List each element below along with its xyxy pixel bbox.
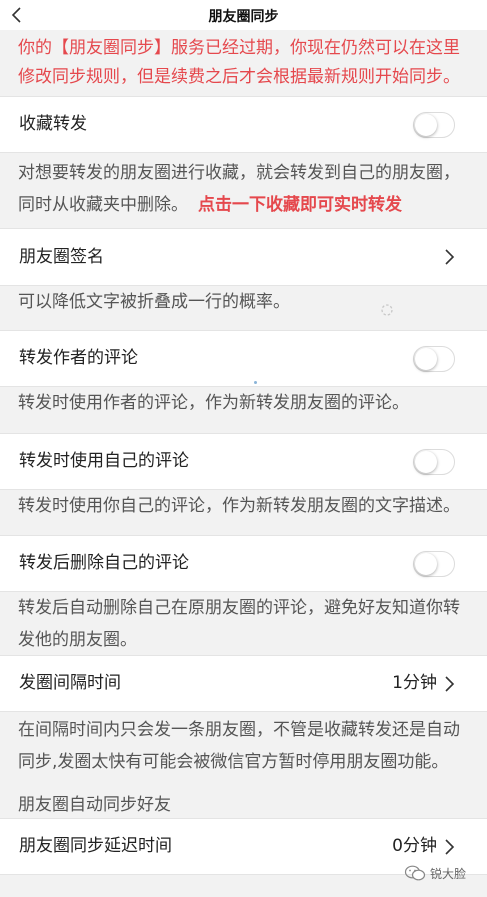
delay-label: 朋友圈同步延迟时间 [19, 836, 172, 856]
watermark-text: 锐大脸 [430, 866, 467, 881]
signature-row[interactable]: 朋友圈签名 [0, 228, 487, 286]
favorite-forward-row[interactable]: 收藏转发 [0, 96, 487, 153]
chevron-right-icon [445, 249, 455, 265]
delete-own-comment-label: 转发后删除自己的评论 [19, 553, 189, 573]
own-comment-label: 转发时使用自己的评论 [19, 451, 189, 471]
signature-label: 朋友圈签名 [19, 247, 104, 267]
expired-notice: 你的【朋友圈同步】服务已经过期，你现在仍然可以在这里修改同步规则，但是续费之后才… [0, 30, 487, 96]
chevron-right-icon [445, 675, 455, 692]
wechat-watermark: 锐大脸 [404, 864, 466, 882]
favorite-forward-desc: 对想要转发的朋友圈进行收藏，就会转发到自己的朋友圈，同时从收藏夹中删除。 点击一下… [0, 153, 487, 228]
own-comment-row[interactable]: 转发时使用自己的评论 [0, 433, 487, 490]
nav-bar: 朋友圈同步 [0, 0, 487, 30]
interval-label: 发圈间隔时间 [19, 673, 121, 693]
delete-own-comment-toggle[interactable] [413, 550, 455, 577]
delete-own-comment-row[interactable]: 转发后删除自己的评论 [0, 535, 487, 592]
favorite-forward-label: 收藏转发 [19, 114, 87, 134]
own-comment-toggle[interactable] [413, 448, 455, 475]
interval-row[interactable]: 发圈间隔时间 1分钟 [0, 655, 487, 712]
toggle-knob [415, 347, 437, 370]
toggle-knob [415, 113, 437, 136]
signature-desc: 可以降低文字被折叠成一行的概率。 [0, 286, 487, 330]
author-comment-label: 转发作者的评论 [19, 348, 138, 368]
interval-value: 1分钟 [392, 673, 437, 693]
author-comment-row[interactable]: 转发作者的评论 [0, 330, 487, 387]
delete-own-comment-desc: 转发后自动删除自己在原朋友圈的评论，避免好友知道你转发他的朋友圈。 [0, 592, 487, 655]
toggle-knob [415, 450, 437, 473]
page-title: 朋友圈同步 [208, 9, 279, 25]
favorite-forward-toggle[interactable] [413, 111, 455, 138]
toggle-knob [415, 552, 437, 575]
favorite-forward-highlight: 点击一下收藏即可实时转发 [198, 195, 402, 215]
author-comment-desc: 转发时使用作者的评论，作为新转发朋友圈的评论。 [0, 387, 487, 433]
own-comment-desc: 转发时使用你自己的评论，作为新转发朋友圈的文字描述。 [0, 490, 487, 535]
indicator-dot [254, 381, 257, 384]
author-comment-toggle[interactable] [413, 345, 455, 372]
auto-sync-section-title: 朋友圈自动同步好友 [18, 795, 171, 815]
chevron-right-icon [445, 838, 455, 855]
wechat-icon [404, 865, 426, 881]
loading-spinner-icon [381, 304, 393, 316]
interval-desc: 在间隔时间内只会发一条朋友圈，不管是收藏转发还是自动同步,发圈太快有可能会被微信… [0, 712, 487, 782]
